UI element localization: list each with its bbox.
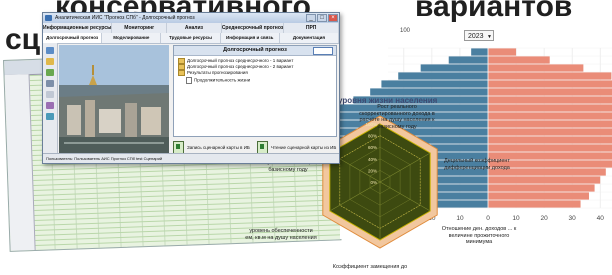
female-bar [488, 136, 612, 144]
male-bar [381, 80, 488, 88]
document-icon [186, 76, 192, 84]
toolbar-home-icon[interactable] [46, 47, 54, 54]
toolbar-settings-icon[interactable] [46, 102, 54, 109]
status-bar: Пользователь: Пользователь АИС Прогноз С… [43, 153, 339, 163]
male-bar [448, 56, 488, 64]
female-bar [488, 104, 612, 112]
forecast-panel-title: Долгосрочный прогноз [174, 46, 336, 56]
radar-label-lower-right: Отношение ден. доходов ... к величине пр… [440, 226, 518, 246]
tab-labor[interactable]: Трудовые ресурсы [161, 33, 221, 43]
toolbar-doc-icon[interactable] [46, 91, 54, 98]
app-icon [45, 15, 52, 21]
sub-menu: Долгосрочный прогноз Моделирование Трудо… [43, 33, 339, 44]
female-bar [488, 88, 612, 96]
radar-tick-label: 40% [368, 157, 377, 162]
load-card-icon [257, 140, 268, 154]
toolbar-table-icon[interactable] [46, 80, 54, 87]
toolbar-folder-icon[interactable] [46, 58, 54, 65]
female-bar [488, 192, 589, 200]
tab-longterm[interactable]: Долгосрочный прогноз [43, 33, 103, 43]
window-controls: _ □ × [306, 14, 338, 22]
radar-label-lower-left: уровень обеспеченности ем, кв.м на душу … [245, 228, 317, 241]
pyramid-tick-label: 10 [512, 215, 520, 222]
female-bar [488, 64, 584, 72]
female-bar [488, 48, 517, 56]
female-bar [488, 144, 612, 152]
male-bar [370, 88, 488, 96]
radar-label-top: Рост реального скорректированного дохода… [359, 104, 435, 130]
folder-icon [178, 64, 185, 71]
menu-item-analysis[interactable]: Анализ [167, 23, 222, 33]
female-bar [488, 120, 612, 128]
folder-icon [178, 70, 185, 77]
female-bar [488, 200, 581, 208]
toolbar-help-icon[interactable] [46, 113, 54, 120]
male-bar [398, 72, 488, 80]
female-bar [488, 128, 612, 136]
save-card-label: Запись сценарной карты в ИБ [187, 144, 250, 150]
radar-tick-label: 60% [368, 145, 377, 150]
menu-item-midterm[interactable]: Среднесрочный прогноз [222, 23, 285, 33]
minimize-button[interactable]: _ [306, 14, 316, 22]
tab-docs[interactable]: Документация [280, 33, 339, 43]
female-bar [488, 56, 550, 64]
pyramid-tick-label: 0 [486, 215, 490, 222]
female-bar [488, 176, 601, 184]
female-bar [488, 184, 595, 192]
headline-word-2: вариантов [415, 0, 573, 23]
folder-icon [178, 58, 185, 64]
tree-item[interactable]: Продолжительность жизни [178, 76, 332, 84]
tab-info[interactable]: Информация и связь [221, 33, 280, 43]
female-bar [488, 72, 612, 80]
radar-label-upper-right: Децильный коэффициент дифференциации дох… [444, 158, 510, 171]
female-bar [488, 96, 612, 104]
left-toolbar [43, 43, 58, 153]
male-bar [471, 48, 488, 56]
pyramid-tick-label: 40 [597, 215, 605, 222]
radar-label-bottom: Коэффициент замещения до [332, 264, 408, 270]
forecast-panel: Долгосрочный прогноз Долгосрочный прогно… [173, 45, 337, 137]
close-button[interactable]: × [328, 14, 338, 22]
load-card-label: Чтение сценарной карты из ИБ [271, 144, 337, 150]
menu-item-monitoring[interactable]: Мониторинг [112, 23, 168, 33]
save-card-icon [173, 140, 184, 154]
radar-tick-label: 80% [368, 134, 377, 139]
maximize-button[interactable]: □ [317, 14, 327, 22]
toolbar-chart-icon[interactable] [46, 69, 54, 76]
window-title: Аналитическая ИИС "Прогноз СПб" - Долгос… [43, 13, 339, 23]
pyramid-tick-label: 30 [569, 215, 577, 222]
forecast-window: Аналитическая ИИС "Прогноз СПб" - Долгос… [42, 12, 340, 164]
panel-dropdown[interactable] [313, 47, 333, 55]
radar-tick-label: 0% [370, 180, 377, 185]
radar-tick-label: 20% [368, 168, 377, 173]
headline-word-3: сц [5, 23, 41, 56]
menu-item-resources[interactable]: Информационные ресурсы [43, 23, 113, 33]
male-bar [420, 64, 488, 72]
tab-modeling[interactable]: Моделирование [102, 33, 162, 43]
city-photo [59, 45, 169, 157]
female-bar [488, 112, 612, 120]
scenario-tree: Долгосрочный прогноз среднесрочного - 1 … [174, 56, 336, 86]
female-bar [488, 80, 612, 88]
menu-item-prp[interactable]: ПРП [284, 23, 339, 33]
pyramid-tick-label: 20 [540, 215, 548, 222]
